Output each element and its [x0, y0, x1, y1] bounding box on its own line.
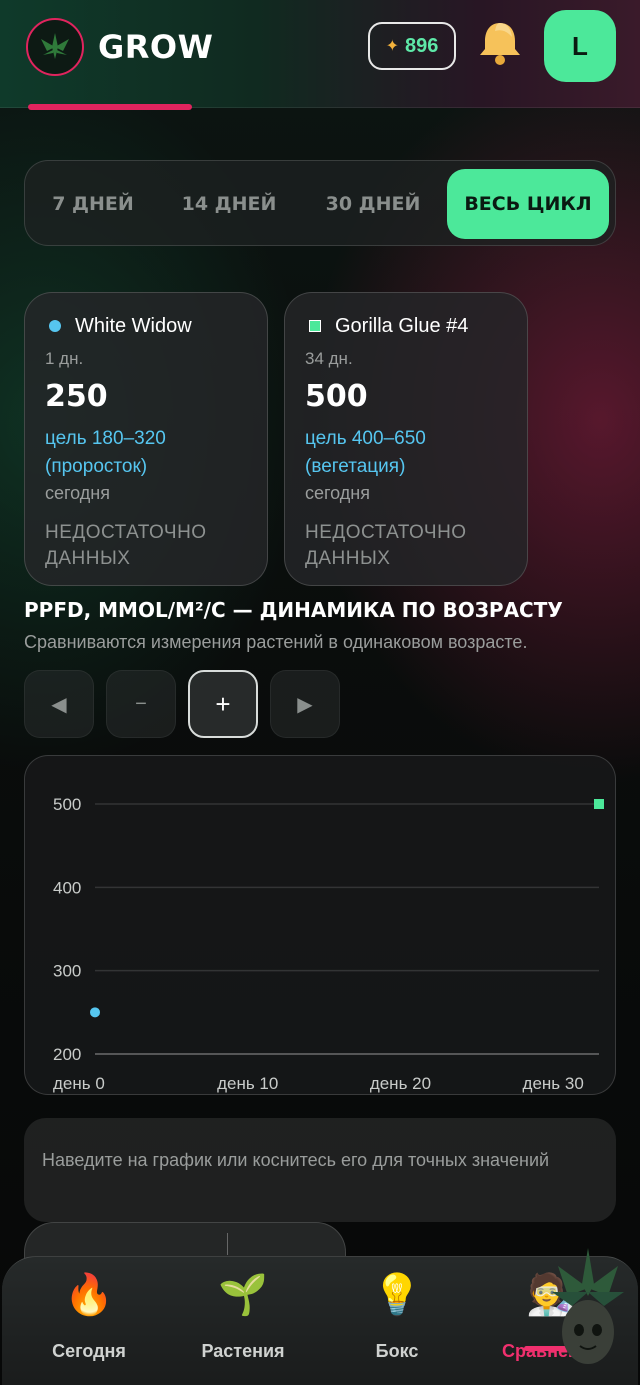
nav-label: Сегодня [52, 1341, 126, 1361]
bottom-nav: 🔥 Сегодня 🌱 Растения 💡 Бокс 🧑‍🔬 Сравнени… [2, 1256, 638, 1385]
y-tick-label: 400 [53, 878, 81, 897]
zoom-in-button[interactable]: + [188, 670, 258, 738]
y-tick-label: 200 [53, 1045, 81, 1064]
app-header: GROW ✦ 896 L [0, 0, 640, 110]
zoom-out-button[interactable]: − [106, 670, 176, 738]
fire-icon: 🔥 [64, 1273, 114, 1317]
period-selector: 7 ДНЕЙ 14 ДНЕЙ 30 ДНЕЙ ВЕСЬ ЦИКЛ [24, 160, 616, 246]
divider [227, 1233, 228, 1255]
plant-card-gorilla-glue[interactable]: Gorilla Glue #4 34 дн. 500 цель 400–650 … [284, 292, 528, 586]
tab-full-cycle[interactable]: ВЕСЬ ЦИКЛ [447, 169, 609, 239]
plant-name: Gorilla Glue #4 [335, 315, 469, 337]
plant-target: цель 180–320 (проросток) [45, 428, 166, 477]
pan-right-button[interactable]: ▶ [270, 670, 340, 738]
x-tick-label: день 10 [217, 1074, 278, 1093]
sparkle-icon: ✦ [385, 38, 400, 55]
nav-item-plants[interactable]: 🌱 Растения [168, 1271, 318, 1371]
x-tick-label: день 0 [53, 1074, 105, 1093]
coins-count: 896 [405, 34, 439, 57]
nav-label: Бокс [375, 1341, 419, 1361]
chart-title: PPFD, MMOL/M²/С — ДИНАМИКА ПО ВОЗРАСТУ [24, 598, 563, 622]
lightbulb-icon: 💡 [372, 1273, 422, 1317]
plant-target: цель 400–650 (вегетация) [305, 428, 426, 477]
logo-text: GROW [98, 28, 214, 66]
tab-7-days[interactable]: 7 ДНЕЙ [35, 169, 151, 239]
tab-14-days[interactable]: 14 ДНЕЙ [171, 169, 287, 239]
plant-status: НЕДОСТАТОЧНО ДАННЫХ [305, 522, 467, 569]
plant-value: 250 [45, 379, 108, 414]
coins-badge[interactable]: ✦ 896 [368, 22, 456, 70]
chart-hint-box: Наведите на график или коснитесь его для… [24, 1118, 616, 1222]
x-tick-label: день 20 [370, 1074, 431, 1093]
series-circle-marker [49, 320, 61, 332]
y-tick-label: 300 [53, 962, 81, 981]
series-square-marker [309, 320, 321, 332]
pan-left-button[interactable]: ◀ [24, 670, 94, 738]
logo-underline [28, 104, 192, 110]
mascot-icon[interactable] [548, 1244, 628, 1374]
plant-status: НЕДОСТАТОЧНО ДАННЫХ [45, 522, 207, 569]
tab-30-days[interactable]: 30 ДНЕЙ [315, 169, 431, 239]
plant-age: 34 дн. [305, 349, 353, 368]
y-tick-label: 500 [53, 795, 81, 814]
nav-item-today[interactable]: 🔥 Сегодня [14, 1271, 164, 1371]
plant-name: White Widow [75, 315, 192, 337]
logo-icon[interactable] [26, 18, 84, 76]
plant-card-white-widow[interactable]: White Widow 1 дн. 250 цель 180–320 (прор… [24, 292, 268, 586]
plant-value: 500 [305, 379, 368, 414]
plant-age: 1 дн. [45, 349, 84, 368]
bell-icon[interactable] [474, 14, 526, 70]
chart-hint-text: Наведите на график или коснитесь его для… [42, 1150, 550, 1170]
avatar[interactable]: L [544, 10, 616, 82]
plant-measured-when: сегодня [45, 483, 110, 503]
chart-subtitle: Сравниваются измерения растений в одинак… [24, 632, 528, 652]
nav-item-box[interactable]: 💡 Бокс [322, 1271, 472, 1371]
x-tick-label: день 30 [523, 1074, 584, 1093]
data-point-circle [90, 1007, 100, 1018]
ppfd-chart[interactable]: 200 300 400 500 день 0 день 10 день 20 день 30 [25, 756, 617, 1096]
plant-measured-when: сегодня [305, 483, 370, 503]
seedling-icon: 🌱 [218, 1273, 268, 1317]
data-point-square [594, 799, 604, 809]
chart-container[interactable]: 200 300 400 500 день 0 день 10 день 20 день 30 [24, 755, 616, 1095]
nav-label: Растения [201, 1341, 285, 1361]
